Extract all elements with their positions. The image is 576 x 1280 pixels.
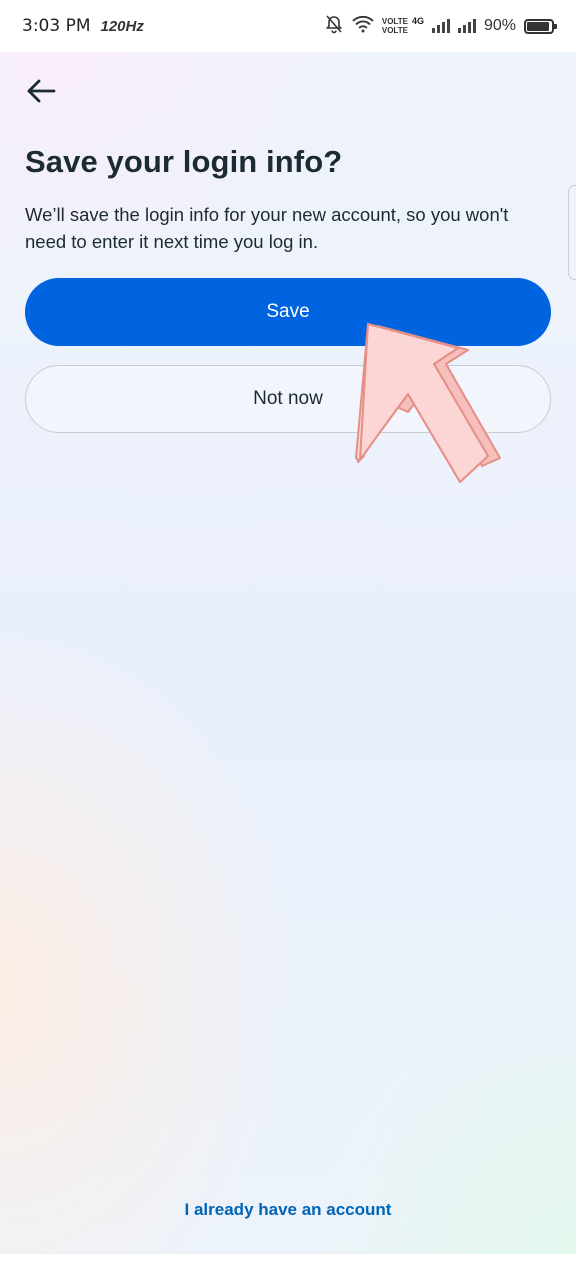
signal-bars-1-icon — [431, 19, 450, 33]
wifi-icon — [352, 15, 374, 38]
page-description: We’ll save the login info for your new a… — [25, 204, 509, 252]
not-now-button-label: Not now — [253, 388, 323, 409]
navigation-bar — [0, 1254, 576, 1280]
volte-label-2: VOLTE — [381, 26, 408, 35]
already-have-account-link[interactable]: I already have an account — [0, 1200, 576, 1220]
battery-level — [527, 21, 549, 31]
back-arrow-icon — [26, 79, 56, 108]
network-type: 4G — [411, 15, 424, 26]
battery-icon — [524, 18, 557, 34]
back-button[interactable] — [24, 76, 58, 110]
volte-label-1: VOLTE — [381, 17, 408, 26]
volte-indicator: VOLTE VOLTE — [382, 17, 408, 35]
login-save-screen: Save your login info? We’ll save the log… — [0, 52, 576, 1254]
muted-bell-icon — [324, 14, 344, 39]
status-icons: VOLTE VOLTE 4G 90% — [324, 14, 557, 39]
signal-bars-2-icon — [457, 19, 476, 33]
refresh-rate-indicator: 120Hz — [100, 17, 144, 35]
status-time: 3:03 PM — [22, 16, 91, 36]
page-title: Save your login info? — [25, 144, 343, 179]
side-panel-handle[interactable] — [568, 185, 576, 280]
battery-percent: 90% — [483, 17, 516, 34]
save-button-label: Save — [266, 301, 310, 322]
pointing-arrow-icon — [350, 320, 510, 495]
status-bar: 3:03 PM 120Hz VOLTE VOLTE 4G 90% — [0, 0, 576, 52]
